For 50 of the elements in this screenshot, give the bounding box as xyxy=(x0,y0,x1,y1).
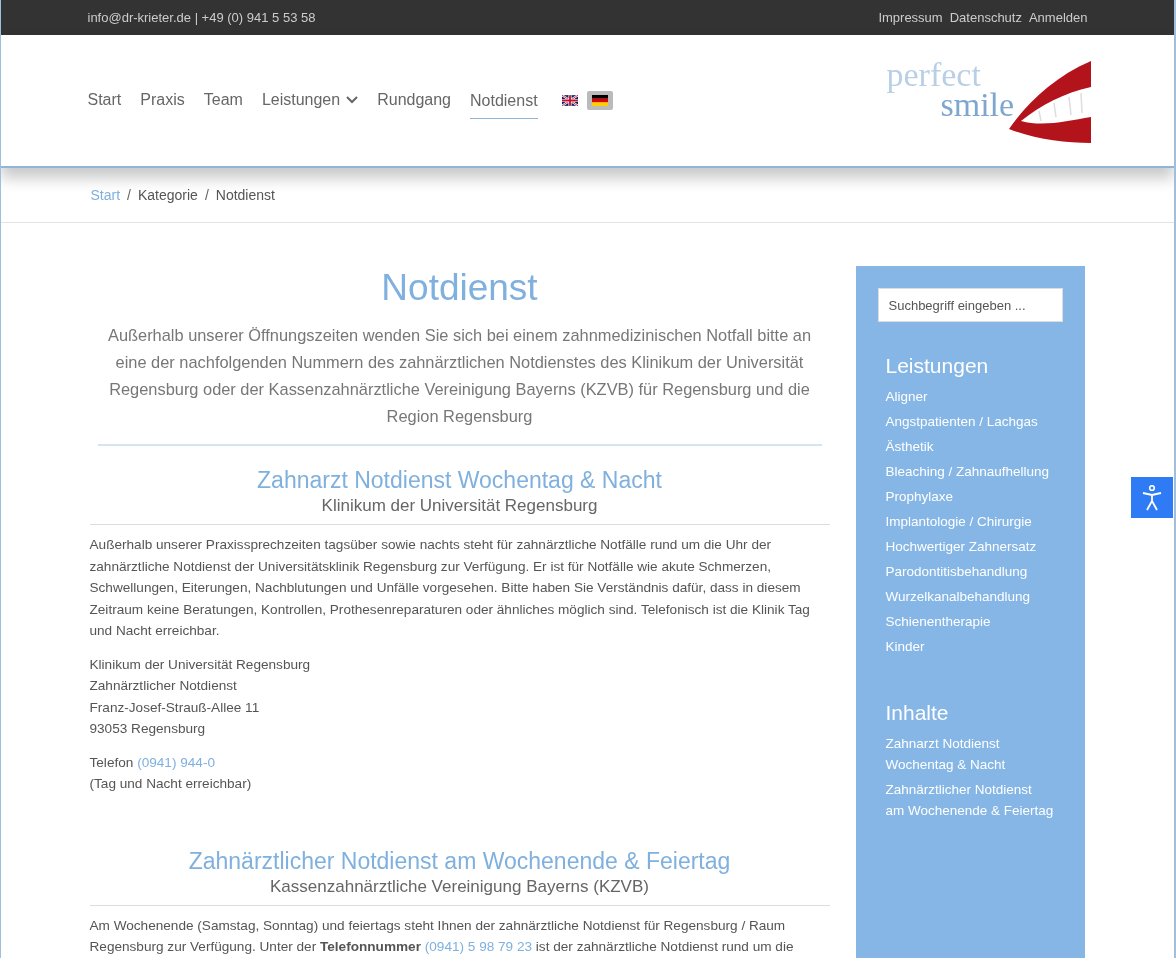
section-subtitle: Klinikum der Universität Regensburg xyxy=(89,494,830,525)
section-subtitle: Kassenzahnärztliche Vereinigung Bayerns (KZVB) xyxy=(89,874,830,906)
sidebar-link[interactable]: Prophylaxe xyxy=(885,484,1054,509)
top-link[interactable]: Impressum xyxy=(878,10,943,25)
sidebar-link[interactable]: Aligner xyxy=(885,384,1054,409)
sidebar-heading: Inhalte xyxy=(885,701,950,725)
paragraph: Außerhalb unserer Praxissprechzeiten tagsüber sowie nachts steht für zahnärztliche Notfälle rund um die Uhr der zahnärztliche Notdienst der Universitätsklinik Regensburg zur Verfügung. Er ist für Notfälle wie akute Schmerzen, Schwellungen, Eiterungen, Nachblutungen und Unfälle vorgesehen. Bitte haben Sie Verständnis dafür, dass in diesem Zeitraum keine Beratungen, Kontrollen, Prothesenreparaturen oder ähnliches möglich sind. Telefonisch ist die Klinik Tag und Nacht erreichbar. xyxy=(89,536,811,640)
accessibility-button[interactable] xyxy=(1131,477,1173,518)
sidebar-link[interactable]: Wurzelkanalbehandlung xyxy=(885,584,1054,609)
nav-link[interactable]: Start xyxy=(87,83,122,118)
logo-text: smile xyxy=(940,89,1015,120)
nav-link[interactable]: Leistungen xyxy=(261,83,359,118)
accessibility-icon xyxy=(1141,484,1163,511)
language-button[interactable] xyxy=(586,91,613,110)
sidebar-link[interactable]: Kinder xyxy=(885,634,1054,659)
phone-link[interactable]: (0941) 944-0 xyxy=(137,754,215,770)
phone-link[interactable]: (0941) 5 98 79 23 xyxy=(424,939,533,954)
breadcrumb-text: Notdienst xyxy=(215,187,275,203)
breadcrumb-text: Kategorie xyxy=(137,187,198,203)
contact-info: info@dr-krieter.de | +49 (0) 941 5 53 58 xyxy=(87,10,316,25)
nav-link[interactable]: Praxis xyxy=(140,83,185,118)
german-flag-icon xyxy=(591,95,608,106)
sidebar-link[interactable]: Bleaching / Zahnaufhellung xyxy=(885,459,1054,484)
sidebar-link[interactable]: Parodontitisbehandlung xyxy=(885,559,1054,584)
sidebar-link[interactable]: Ästhetik xyxy=(885,434,1054,459)
search-field[interactable]: Suchbegriff eingeben ... xyxy=(877,288,1063,322)
sidebar-link[interactable]: Schienentherapie xyxy=(885,609,1054,634)
nav-link[interactable]: Rundgang xyxy=(377,83,451,118)
sidebar-link[interactable]: Implantologie / Chirurgie xyxy=(885,509,1054,534)
sidebar-link[interactable]: Zahnarzt Notdienst Wochentag & Nacht xyxy=(885,731,1054,777)
sidebar-link[interactable]: Angstpatienten / Lachgas xyxy=(885,409,1054,434)
sidebar-link[interactable]: Zahnärztlicher Notdienst am Wochenende & Feiertag xyxy=(885,777,1054,823)
sidebar-heading: Leistungen xyxy=(885,354,990,378)
breadcrumb-separator: / xyxy=(127,187,131,203)
page-title: Notdienst xyxy=(380,266,539,310)
section-title: Zahnarzt Notdienst Wochentag & Nacht xyxy=(256,466,663,494)
sidebar-link[interactable]: Hochwertiger Zahnersatz xyxy=(885,534,1054,559)
breadcrumb-link[interactable]: Start xyxy=(90,187,121,203)
top-link[interactable]: Datenschutz xyxy=(949,10,1022,25)
nav-link[interactable]: Notdienst xyxy=(470,83,538,119)
breadcrumb-separator: / xyxy=(204,187,209,203)
uk-flag-icon xyxy=(561,95,578,106)
top-link[interactable]: Anmelden xyxy=(1028,10,1088,25)
address: Klinikum der Universität Regensburg Zahnärztlicher Notdienst Franz-Josef-Strauß-Allee 11 93053 Regensburg xyxy=(89,655,312,738)
paragraph: Am Wochenende (Samstag, Sonntag) und feiertags steht Ihnen der zahnärztliche Notdienst für Regensburg / Raum Regensburg zur Verfügung. Unter der Telefonnummer (0941) 5 98 79 23 ist der zahnärztliche Notdienst rund um die xyxy=(89,916,795,956)
phone-note: (Tag und Nacht erreichbar) xyxy=(89,776,252,791)
intro-text: Außerhalb unserer Öffnungszeiten wenden Sie sich bei einem zahnmedizinischen Notfall bitte an eine der nachfolgenden Nummern des zahnärztlichen Notdienstes des Klinikum der Universität Regensburg oder der Kassenzahnärztliche Vereinigung Bayerns (KZVB) für Regensburg und die Region Regensburg xyxy=(97,322,822,446)
phone-label: Telefon xyxy=(89,754,134,770)
section-title: Zahnärztlicher Notdienst am Wochenende & Feiertag xyxy=(187,846,732,875)
nav-link[interactable]: Team xyxy=(203,83,243,118)
